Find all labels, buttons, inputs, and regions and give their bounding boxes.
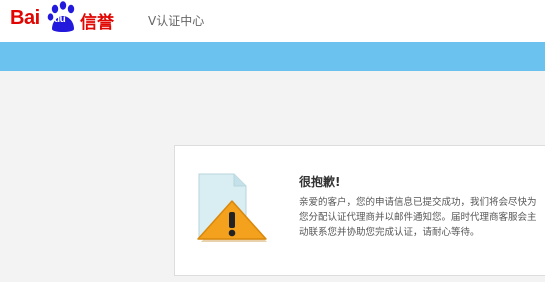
warning-icon (197, 173, 267, 242)
notice-message: 亲爱的客户，您的申请信息已提交成功，我们将会尽快为您分配认证代理商并以邮件通知您… (299, 197, 537, 238)
page-subtitle: V认证中心 (148, 14, 205, 28)
logo-text-xinyu: 信誉 (80, 13, 114, 33)
logo-text-du: du (54, 14, 66, 25)
notice-title: 很抱歉! (299, 175, 341, 189)
header: Bai du 信誉 V认证中心 (0, 0, 545, 42)
baidu-xinyu-logo[interactable]: Bai du 信誉 (10, 0, 120, 42)
logo-text-bai: Bai (10, 7, 40, 29)
top-banner (0, 42, 545, 71)
notice-card: 很抱歉! 亲爱的客户，您的申请信息已提交成功，我们将会尽快为您分配认证代理商并以… (174, 145, 545, 276)
